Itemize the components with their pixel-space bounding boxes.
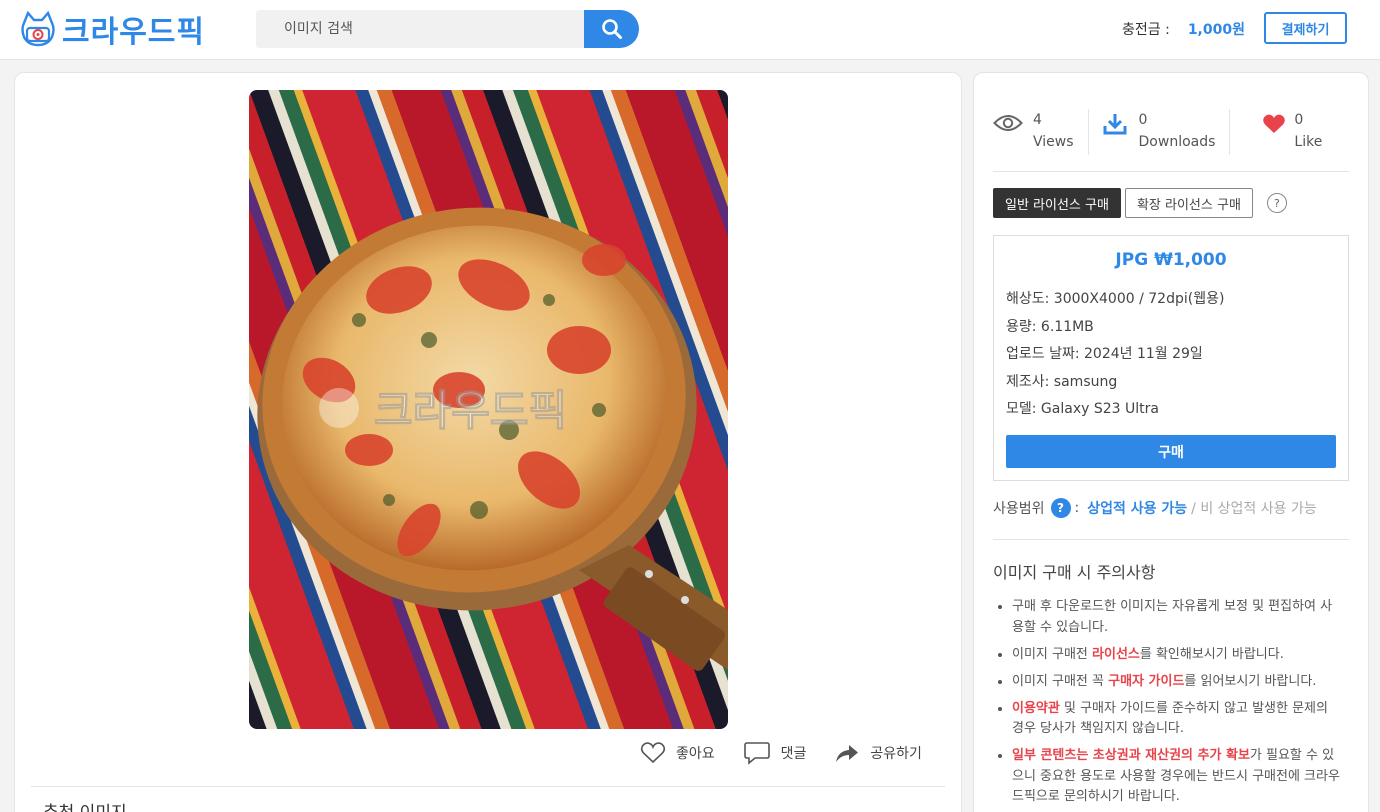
spec-resolution: 해상도: 3000X4000 / 72dpi(웹용) [1006,291,1225,307]
recommended-title: 추천 이미지 [43,798,127,812]
heart-outline-icon [640,742,666,764]
spec-size: 용량: 6.11MB [1006,318,1094,335]
likes-stat[interactable]: 0 Like [1244,109,1322,169]
buy-button[interactable]: 구매 [1006,435,1336,468]
heart-icon [1263,114,1286,133]
tab-standard-license[interactable]: 일반 라이선스 구매 [993,188,1121,218]
usage-divider [993,539,1349,540]
usage-non-commercial: / 비 상업적 사용 가능 [1191,501,1317,517]
balance-value: 1,000원 [1187,22,1245,38]
terms-link[interactable]: 이용약관 [1012,701,1060,716]
share-arrow-icon [836,745,859,762]
likes-count: 0 [1294,112,1304,128]
usage-commercial: 상업적 사용 가능 [1087,501,1188,517]
notice-item: 이미지 구매전 꼭 구매자 가이드를 읽어보시기 바랍니다. [1012,672,1342,693]
price-box: JPG ₩1,000 해상도: 3000X4000 / 72dpi(웹용) 용량… [993,235,1349,481]
watermark-text: 크라우드픽 [374,386,567,435]
search-input[interactable] [256,10,584,48]
pizza-photo: 크라우드픽 [249,90,728,729]
comment-button[interactable]: 댓글 [743,741,807,765]
downloads-label: Downloads [1138,134,1216,150]
section-divider [31,786,945,787]
views-count: 4 [1033,112,1042,128]
logo-text: 크라우드픽 [62,15,205,50]
image-stats: 4 Views 0 Downloads 0 Like [993,109,1349,169]
image-specs: 해상도: 3000X4000 / 72dpi(웹용) 용량: 6.11MB 업로… [1006,286,1348,424]
comment-label: 댓글 [780,746,807,762]
license-tabs: 일반 라이선스 구매 확장 라이선스 구매 ? [993,188,1287,218]
usage-help-icon[interactable]: ? [1050,498,1071,518]
notice-item: 이미지 구매전 라이선스를 확인해보시기 바랍니다. [1012,645,1342,666]
download-icon [1103,114,1127,135]
balance-display: 충전금 : 1,000원 [1122,19,1245,39]
spec-upload-date: 업로드 날짜: 2024년 11월 29일 [1006,346,1203,362]
image-actions: 좋아요 댓글 공유하기 [640,741,922,765]
notice-list: 구매 후 다운로드한 이미지는 자유롭게 보정 및 편집하여 사용할 수 있습니… [1012,597,1342,812]
image-detail-card: 크라우드픽 좋아요 댓글 공유하기 추천 이미지 [14,72,962,812]
share-button[interactable]: 공유하기 [834,742,922,764]
purchase-panel: 4 Views 0 Downloads 0 Like 일반 라이선스 구매 확장… [973,72,1369,812]
site-logo[interactable]: 크라우드픽 [18,8,205,50]
license-link[interactable]: 라이선스 [1092,647,1140,662]
top-header: 크라우드픽 충전금 : 1,000원 결제하기 [0,0,1380,60]
price: JPG ₩1,000 [1115,250,1227,270]
usage-scope: 사용범위 ? : 상업적 사용 가능 / 비 상업적 사용 가능 [993,498,1317,518]
notice-item: 구매 후 다운로드한 이미지는 자유롭게 보정 및 편집하여 사용할 수 있습니… [1012,597,1342,638]
usage-colon: : [1074,500,1080,516]
license-help-icon[interactable]: ? [1266,193,1287,213]
like-button[interactable]: 좋아요 [640,741,715,765]
likes-label: Like [1294,134,1323,150]
pizza-image: 크라우드픽 [249,90,728,729]
views-label: Views [1033,134,1074,150]
share-label: 공유하기 [870,746,922,762]
notice-item: 일부 콘텐츠는 초상권과 재산권의 추가 확보가 필요할 수 있으니 중요한 용… [1012,746,1342,808]
stats-divider [993,171,1349,172]
spec-maker: 제조사: samsung [1006,373,1118,390]
stat-divider [1229,109,1231,155]
pay-button[interactable]: 결제하기 [1264,12,1347,44]
search-button[interactable] [584,10,639,48]
downloads-stat: 0 Downloads [1103,109,1216,169]
notice-item: 이용약관 및 구매자 가이드를 준수하지 않고 발생한 문제의 경우 당사가 책… [1012,699,1342,740]
tab-extended-license[interactable]: 확장 라이선스 구매 [1124,188,1253,218]
like-label: 좋아요 [676,746,715,762]
spec-model: 모델: Galaxy S23 Ultra [1006,401,1159,417]
speech-bubble-icon [743,742,770,765]
buyer-guide-link[interactable]: 구매자 가이드 [1108,674,1184,689]
stat-divider [1087,109,1089,155]
eye-icon [993,115,1023,131]
rights-warning: 일부 콘텐츠는 초상권과 재산권의 추가 확보 [1012,748,1250,763]
notice-title: 이미지 구매 시 주의사항 [993,563,1156,582]
camera-cat-logo-icon [21,10,55,47]
downloads-count: 0 [1138,112,1148,128]
views-stat: 4 Views [993,109,1074,169]
usage-label: 사용범위 [993,501,1045,517]
search-bar [256,10,639,48]
balance-label: 충전금 : [1122,22,1170,38]
search-icon [601,19,622,39]
